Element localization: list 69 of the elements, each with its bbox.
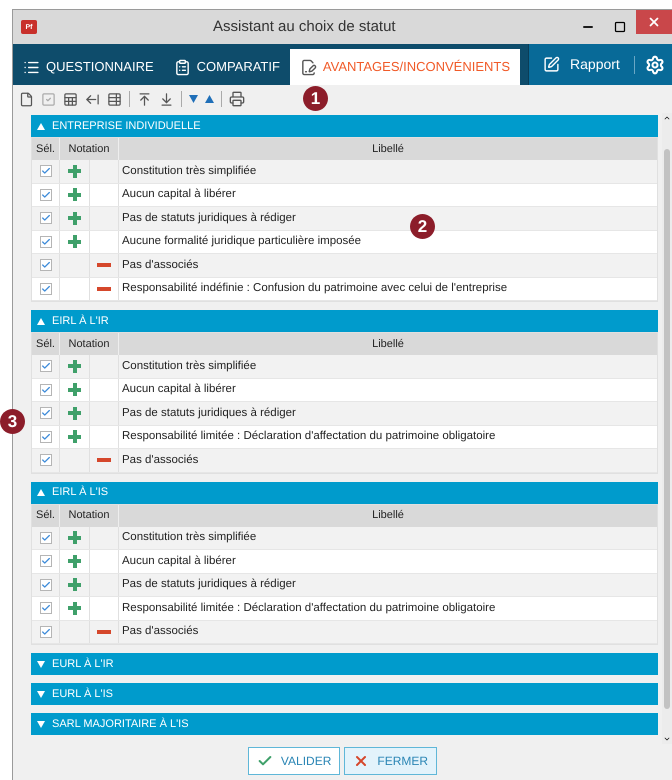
- table-cell-text: Aucun capital à libérer: [121, 382, 236, 398]
- checkbox[interactable]: [40, 555, 52, 568]
- move-down-icon[interactable]: [159, 92, 174, 106]
- table-cell-text: Constitution très simplifiée: [121, 164, 256, 179]
- checkbox[interactable]: [40, 165, 52, 178]
- table-cell-text: Pas d'associés: [121, 452, 198, 468]
- tab[interactable]: COMPARATIF: [164, 49, 290, 85]
- section-header[interactable]: ENTREPRISE INDIVIDUELLE: [31, 115, 658, 137]
- column-header: Libellé: [371, 508, 405, 524]
- section-header[interactable]: EIRL À L'IS: [31, 482, 658, 504]
- triangle-down-icon: [37, 660, 45, 668]
- checkbox[interactable]: [40, 282, 52, 295]
- triangle-up-icon: [37, 318, 45, 324]
- checkbox[interactable]: [40, 360, 52, 372]
- section-header[interactable]: EURL À L'IR: [31, 653, 658, 675]
- checkbox[interactable]: [40, 454, 52, 466]
- section-header[interactable]: EURL À L'IS: [31, 683, 658, 705]
- document-edit-icon: [300, 58, 317, 76]
- table-cell-text: Responsabilité limitée : Déclaration d'affectation du patrimoine obligatoire: [121, 429, 496, 444]
- tab[interactable]: QUESTIONNAIRE: [13, 49, 164, 85]
- window-title: Assistant au choix de statut: [213, 16, 396, 37]
- section-header[interactable]: EIRL À L'IR: [31, 310, 658, 332]
- table-cell-text: Responsabilité limitée : Déclaration d'affectation du patrimoine obligatoire: [121, 600, 496, 616]
- clipboard-icon: [174, 58, 191, 76]
- edit-icon: [543, 56, 560, 73]
- table-cell-text: Pas de statuts juridiques à rédiger: [121, 406, 296, 421]
- triangle-down-icon[interactable]: [189, 95, 198, 103]
- table-cell-text: Pas de statuts juridiques à rédiger: [121, 210, 296, 226]
- checkbox[interactable]: [40, 259, 52, 272]
- triangle-up-icon: [37, 122, 45, 130]
- close-button[interactable]: [636, 10, 672, 34]
- tab[interactable]: AVANTAGES/INCONVÉNIENTS: [290, 49, 520, 85]
- triangle-up-icon: [37, 489, 45, 496]
- table-cell-text: Pas d'associés: [121, 258, 198, 273]
- checkbox[interactable]: [40, 188, 52, 201]
- checkbox[interactable]: [40, 212, 52, 224]
- table-cell-text: Aucun capital à libérer: [121, 554, 236, 569]
- checkbox[interactable]: [40, 626, 52, 638]
- checkbox[interactable]: [40, 430, 52, 443]
- checkbox[interactable]: [40, 578, 52, 591]
- checkbox[interactable]: [40, 602, 52, 614]
- close-dialog-button[interactable]: FERMER: [344, 746, 438, 774]
- section-header[interactable]: SARL MAJORITAIRE À L'IS: [31, 713, 658, 735]
- close-icon: [647, 15, 661, 29]
- validate-button[interactable]: VALIDER: [248, 746, 340, 774]
- checkbox[interactable]: [40, 532, 52, 544]
- triangle-up-icon[interactable]: [205, 95, 214, 103]
- table-cell-text: Constitution très simplifiée: [121, 358, 256, 374]
- scrollbar[interactable]: [662, 113, 672, 744]
- column-header: Libellé: [371, 336, 405, 352]
- triangle-down-icon: [37, 720, 45, 728]
- checkbox[interactable]: [40, 384, 52, 396]
- table-cell-text: Aucune formalité juridique particulière imposée: [121, 234, 362, 250]
- column-header: Libellé: [371, 142, 405, 157]
- table-cell-text: Aucun capital à libérer: [121, 187, 236, 202]
- printer-icon[interactable]: [229, 91, 245, 107]
- checkbox-icon[interactable]: [41, 92, 56, 106]
- checkbox[interactable]: [40, 236, 52, 248]
- callout-badge: 3: [0, 409, 25, 434]
- document-icon[interactable]: [19, 92, 34, 106]
- chevron-down-icon[interactable]: [663, 735, 671, 743]
- table-cell-text: Responsabilité indéfinie : Confusion du patrimoine avec celui de l'entreprise: [121, 281, 508, 296]
- table-cell-text: Constitution très simplifiée: [121, 530, 256, 546]
- table-cell-text: Pas d'associés: [121, 624, 198, 640]
- move-up-icon[interactable]: [137, 92, 152, 106]
- chevron-up-icon[interactable]: [663, 114, 671, 122]
- triangle-down-icon: [37, 690, 45, 698]
- checkbox[interactable]: [40, 407, 52, 420]
- table-cell-text: Pas de statuts juridiques à rédiger: [121, 577, 296, 592]
